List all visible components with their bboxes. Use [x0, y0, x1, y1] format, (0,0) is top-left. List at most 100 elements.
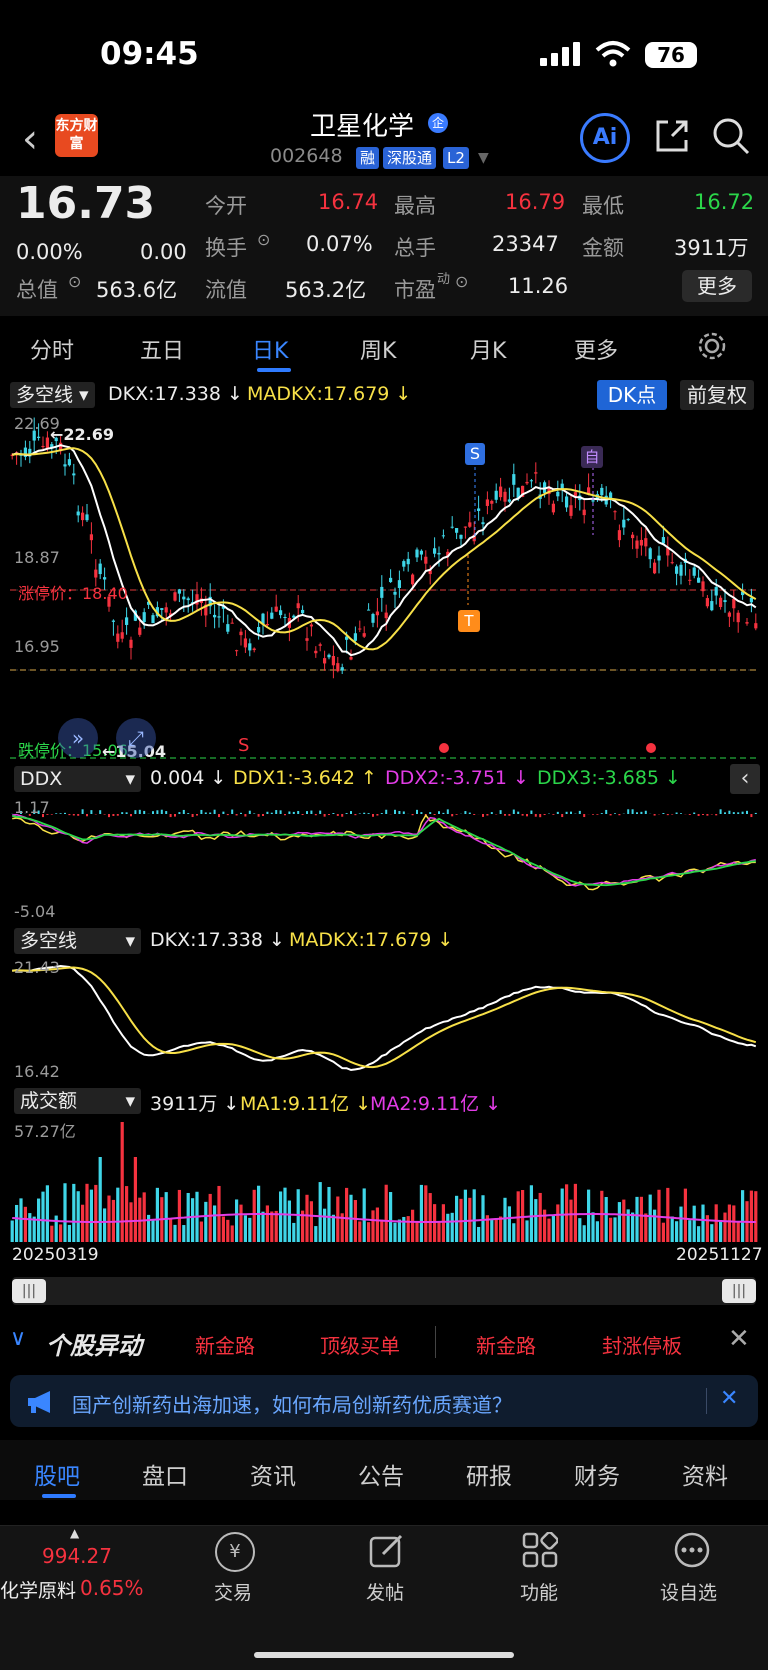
dkx-line-panel — [12, 966, 756, 1070]
tab-finance[interactable]: 财务 — [574, 1457, 620, 1491]
ddx-bar — [156, 810, 158, 814]
signal-dot — [439, 743, 449, 753]
adjust-button[interactable]: 前复权 — [680, 380, 754, 410]
dk-point-button[interactable]: DK点 — [597, 380, 667, 410]
dkx-selector[interactable]: 多空线 ▾ — [14, 928, 141, 954]
chevron-down-icon[interactable]: ▼ — [478, 150, 489, 166]
volume-bar — [534, 1199, 537, 1242]
volume-bar — [424, 1185, 427, 1242]
info-icon[interactable]: ⊙ — [455, 272, 468, 291]
signal-s-marker[interactable]: S — [465, 443, 485, 465]
grid-icon[interactable] — [522, 1532, 558, 1568]
index-value[interactable]: 994.27 — [42, 1544, 112, 1568]
ddx-bar — [284, 814, 286, 815]
chevron-down-icon[interactable]: ∨ — [10, 1326, 26, 1351]
index-name[interactable]: 化学原料 — [0, 1576, 76, 1603]
volume-bar — [754, 1191, 757, 1242]
ddx3-line — [12, 816, 756, 885]
ddx-bar — [350, 811, 352, 814]
tab-more[interactable]: 更多 — [574, 333, 618, 365]
market-cap: 563.6亿 — [96, 274, 177, 304]
tab-news[interactable]: 资讯 — [250, 1457, 296, 1491]
range-handle-right[interactable]: ||| — [722, 1279, 756, 1303]
ddx-bar — [121, 812, 123, 814]
volume-bar — [222, 1216, 225, 1242]
volume-bar — [371, 1210, 374, 1242]
movement-item[interactable]: 封涨停板 — [602, 1330, 682, 1359]
nav-add-watchlist[interactable]: 设自选 — [660, 1578, 717, 1605]
tab-monthly-k[interactable]: 月K — [470, 333, 506, 365]
indicator-selector[interactable]: 多空线 ▾ — [10, 382, 95, 408]
ai-button[interactable]: Ai — [580, 113, 630, 163]
volume-bar — [266, 1205, 269, 1242]
ddx-bar — [544, 814, 546, 815]
movement-item[interactable]: 新金路 — [195, 1330, 255, 1359]
status-bar: 09:45 76 — [0, 0, 768, 110]
tab-announcements[interactable]: 公告 — [358, 1457, 404, 1491]
fast-forward-icon[interactable]: » — [58, 718, 98, 758]
signal-zi-marker[interactable]: 自 — [581, 446, 603, 468]
volume-bar — [147, 1215, 150, 1242]
candle-body — [723, 600, 726, 602]
more-dots-icon[interactable] — [674, 1532, 710, 1568]
volume-bar — [697, 1226, 700, 1242]
start-date: 20250319 — [12, 1245, 99, 1265]
expand-icon[interactable]: ⤢ — [116, 718, 156, 758]
ddx-selector[interactable]: DDX ▾ — [14, 766, 141, 792]
battery-indicator: 76 — [645, 42, 697, 68]
tab-research[interactable]: 研报 — [466, 1457, 512, 1491]
info-icon[interactable]: ⊙ — [68, 272, 81, 291]
volume-bar — [591, 1212, 594, 1242]
more-button[interactable]: 更多 — [682, 270, 752, 302]
range-handle-left[interactable]: ||| — [12, 1279, 46, 1303]
tab-order-book[interactable]: 盘口 — [142, 1457, 188, 1491]
volume-bar — [94, 1185, 97, 1242]
turnover-selector[interactable]: 成交额 ▾ — [14, 1088, 141, 1114]
candle-body — [371, 614, 374, 623]
ddx-bar — [288, 811, 290, 814]
compose-icon[interactable] — [369, 1532, 405, 1568]
ddx-bar — [601, 813, 603, 814]
nav-trade[interactable]: 交易 — [214, 1578, 252, 1605]
tab-forum[interactable]: 股吧 — [34, 1457, 80, 1491]
dkx-chart[interactable] — [10, 958, 758, 1078]
tab-profile[interactable]: 资料 — [682, 1457, 728, 1491]
trade-icon[interactable]: ¥ — [215, 1532, 255, 1572]
turnover-chart[interactable] — [10, 1118, 758, 1243]
index-pct[interactable]: 0.65% — [80, 1576, 144, 1600]
ddx-bar — [442, 813, 444, 814]
signal-t-marker[interactable]: T — [458, 610, 480, 632]
candle-body — [393, 592, 396, 595]
tab-daily-k[interactable]: 日K — [252, 333, 288, 365]
candle-body — [477, 508, 480, 511]
tab-timeshare[interactable]: 分时 — [30, 333, 74, 365]
movement-item[interactable]: 新金路 — [476, 1330, 536, 1359]
share-icon[interactable] — [652, 116, 692, 156]
collapse-arrow-icon[interactable]: ‹ — [730, 764, 760, 794]
ddx-bar — [280, 810, 282, 814]
news-text[interactable]: 国产创新药出海加速，如何布局创新药优质赛道？ — [72, 1389, 512, 1418]
close-icon[interactable]: ✕ — [728, 1324, 750, 1354]
ddx-chart[interactable] — [10, 800, 758, 918]
current-price: 16.73 — [16, 178, 155, 229]
volume-bar — [732, 1205, 735, 1242]
movement-item[interactable]: 顶级买单 — [320, 1330, 400, 1359]
back-arrow-icon[interactable]: ‹ — [22, 116, 38, 162]
gear-icon[interactable] — [697, 331, 727, 361]
search-icon[interactable] — [711, 116, 751, 156]
nav-functions[interactable]: 功能 — [520, 1578, 558, 1605]
turnover-ma1: MA1:9.11亿 ↓ — [240, 1089, 371, 1116]
tab-five-day[interactable]: 五日 — [140, 333, 184, 365]
candle-body — [451, 527, 454, 528]
volume-bar — [151, 1220, 154, 1242]
ddx-top-label: 1.17 — [14, 798, 50, 817]
volume-bar — [693, 1206, 696, 1242]
nav-post[interactable]: 发帖 — [366, 1578, 404, 1605]
volume-bar — [19, 1198, 22, 1242]
info-icon[interactable]: ⊙ — [257, 230, 270, 249]
tab-weekly-k[interactable]: 周K — [360, 333, 396, 365]
range-slider[interactable] — [12, 1277, 756, 1305]
megaphone-icon — [26, 1390, 56, 1414]
close-icon[interactable]: ✕ — [720, 1386, 738, 1411]
volume-bar — [662, 1223, 665, 1242]
